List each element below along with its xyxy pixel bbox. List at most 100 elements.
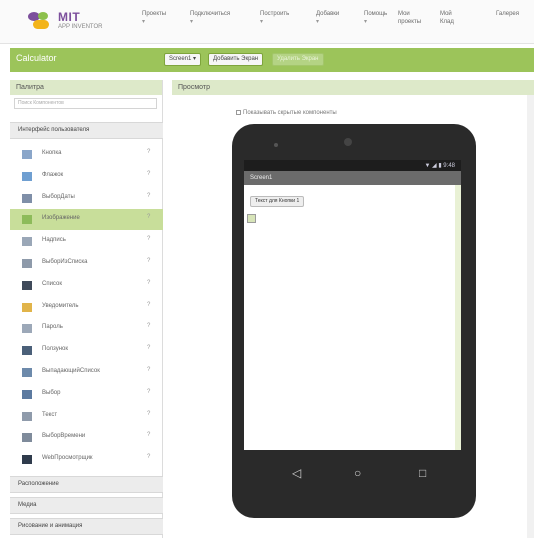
image-icon: [22, 215, 32, 225]
project-toolbar: Calculator Screen1 ▾ Добавить Экран Удал…: [10, 48, 534, 72]
status-icons: ▼ ◢ ▮ 9:48: [424, 163, 455, 169]
menu-projects[interactable]: Проекты ▾: [142, 10, 166, 26]
chevron-down-icon: ▾: [364, 19, 368, 25]
help-icon[interactable]: ?: [147, 454, 150, 460]
palette-item-label: ВыпадающийСписок: [42, 368, 100, 374]
screen-button-component[interactable]: Текст для Кнопки 1: [250, 196, 305, 207]
phone-camera: [274, 143, 278, 147]
phone-navigation-bar: ◁ ○ □: [244, 450, 461, 498]
logo-title: MIT: [58, 10, 81, 24]
switch-icon: [22, 389, 32, 399]
help-icon[interactable]: ?: [147, 411, 150, 417]
help-icon[interactable]: ?: [147, 171, 150, 177]
palette-item-label: ВыборДаты: [42, 193, 75, 200]
help-icon[interactable]: ?: [147, 214, 150, 220]
palette-item-label: Изображение: [42, 215, 80, 222]
slider-icon: [22, 346, 32, 356]
help-icon[interactable]: ?: [147, 389, 150, 395]
screen-select-dropdown[interactable]: Screen1 ▾: [164, 53, 202, 66]
menu-help-label: Помощь: [364, 11, 388, 17]
app-inventor-logo[interactable]: MIT APP INVENTOR: [28, 9, 123, 37]
menu-help[interactable]: Помощь ▾: [364, 10, 387, 26]
help-icon[interactable]: ?: [147, 193, 150, 199]
help-icon[interactable]: ?: [147, 302, 150, 308]
help-icon[interactable]: ?: [147, 367, 150, 373]
help-icon[interactable]: ?: [147, 258, 150, 264]
screen-scroll-strip: [455, 185, 461, 450]
menu-connect-label: Подключиться: [190, 11, 231, 17]
phone-screen[interactable]: ▼ ◢ ▮ 9:48 Screen1 Текст для Кнопки 1: [244, 160, 461, 450]
menu-connect[interactable]: Подключиться ▾: [190, 10, 230, 26]
palette-item[interactable]: Кнопка?: [10, 144, 163, 165]
help-icon[interactable]: ?: [147, 345, 150, 351]
palette-item-label: Выбор: [42, 389, 61, 396]
category-drawing-animation[interactable]: Рисование и анимация: [10, 518, 163, 535]
phone-speaker: [344, 138, 352, 146]
palette-item-label: Текст: [42, 411, 58, 418]
component-search-input[interactable]: Поиск Компонентов: [14, 98, 157, 109]
show-hidden-components-checkbox[interactable]: Показывать скрытые компоненты: [236, 110, 337, 116]
category-media[interactable]: Медиа: [10, 497, 163, 514]
palette-item-label: Флажок: [42, 171, 64, 178]
palette-item[interactable]: ВыборВремени?: [10, 427, 163, 448]
menu-gallery-label: Галерея: [496, 11, 520, 17]
palette-header: Палитра: [10, 80, 162, 95]
palette-panel: Палитра Поиск Компонентов Интерфейс поль…: [10, 80, 163, 538]
palette-item[interactable]: Надпись?: [10, 231, 163, 252]
palette-item[interactable]: Текст?: [10, 406, 163, 427]
palette-item[interactable]: WebПросмотрщик?: [10, 449, 163, 470]
help-icon[interactable]: ?: [147, 280, 150, 286]
palette-item[interactable]: ВыпадающийСписок?: [10, 362, 163, 383]
menu-build[interactable]: Построить ▾: [260, 10, 289, 26]
palette-item[interactable]: ВыборДаты?: [10, 188, 163, 209]
show-hidden-components-label: Показывать скрытые компоненты: [243, 110, 337, 117]
palette-item[interactable]: Ползунок?: [10, 340, 163, 361]
help-icon[interactable]: ?: [147, 236, 150, 242]
menu-my-stash-label: Мой Клад: [440, 11, 454, 25]
menu-projects-label: Проекты: [142, 11, 167, 17]
webviewer-icon: [22, 455, 32, 465]
properties-panel-edge: [527, 95, 534, 538]
chevron-down-icon: ▾: [142, 19, 146, 25]
palette-item-label: Пароль: [42, 324, 63, 331]
palette-item-label: WebПросмотрщик: [42, 455, 93, 462]
logo-subtitle: APP INVENTOR: [58, 24, 103, 30]
add-screen-button[interactable]: Добавить Экран: [208, 53, 264, 66]
label-icon: [22, 237, 32, 247]
recent-apps-icon: □: [419, 466, 427, 480]
top-navigation-bar: MIT APP INVENTOR Проекты ▾ Подключиться …: [0, 0, 534, 44]
menu-my-projects[interactable]: Мои проекты: [398, 10, 428, 26]
project-name: Calculator: [16, 53, 57, 63]
palette-item-label: Список: [42, 280, 62, 287]
palette-item[interactable]: Изображение?: [10, 209, 163, 231]
datepicker-icon: [22, 193, 32, 203]
category-user-interface[interactable]: Интерфейс пользователя: [10, 122, 163, 139]
password-icon: [22, 324, 32, 334]
image-component-icon[interactable]: [247, 214, 256, 223]
help-icon[interactable]: ?: [147, 323, 150, 329]
remove-screen-button[interactable]: Удалить Экран: [272, 53, 324, 66]
palette-item[interactable]: Список?: [10, 275, 163, 296]
bee-logo-icon: [28, 12, 54, 32]
menu-extensions[interactable]: Добавки ▾: [316, 10, 339, 26]
spinner-icon: [22, 368, 32, 377]
help-icon[interactable]: ?: [147, 432, 150, 438]
listpicker-icon: [22, 259, 32, 268]
category-layout[interactable]: Расположение: [10, 476, 163, 493]
chevron-down-icon: ▾: [260, 19, 264, 25]
chevron-down-icon: ▾: [190, 19, 194, 25]
menu-my-stash[interactable]: Мой Клад: [440, 10, 464, 26]
menu-build-label: Построить: [260, 11, 290, 17]
menu-gallery[interactable]: Галерея: [496, 10, 519, 18]
palette-item[interactable]: Флажок?: [10, 166, 163, 187]
palette-item[interactable]: Уведомитель?: [10, 297, 163, 318]
chevron-down-icon: ▾: [316, 19, 320, 25]
palette-item[interactable]: Пароль?: [10, 318, 163, 339]
notifier-icon: [22, 302, 32, 312]
menu-extensions-label: Добавки: [316, 11, 340, 17]
help-icon[interactable]: ?: [147, 149, 150, 155]
palette-item[interactable]: ВыборИзСписка?: [10, 253, 163, 274]
timepicker-icon: [22, 433, 32, 443]
palette-item-label: Ползунок: [42, 346, 68, 353]
palette-item[interactable]: Выбор?: [10, 384, 163, 405]
